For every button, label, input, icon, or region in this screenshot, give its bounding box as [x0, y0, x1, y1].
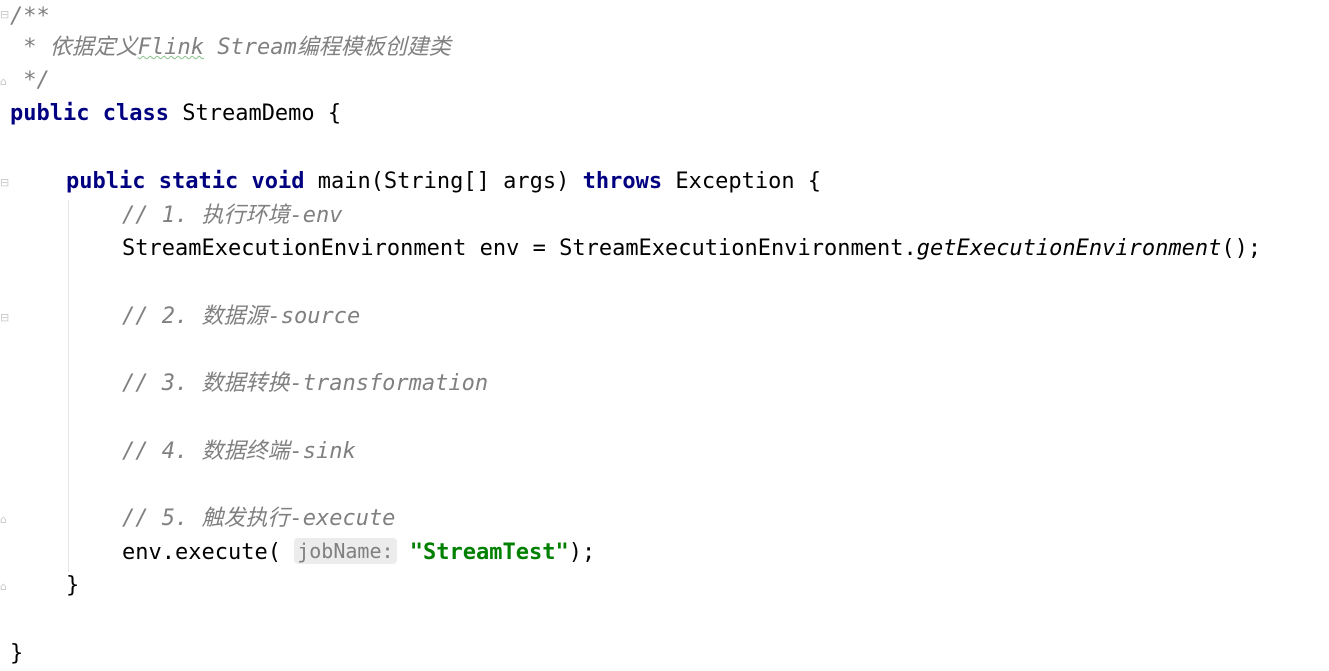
keyword-public: public [66, 169, 146, 194]
doc-comment-close: */ [10, 68, 50, 93]
exception-type: Exception { [675, 169, 822, 194]
fold-marker-icon[interactable]: ⌂ [0, 75, 8, 89]
code-line-main-close[interactable]: } [66, 569, 79, 603]
string-literal: "StreamTest" [409, 540, 569, 565]
closing-brace: } [10, 641, 24, 666]
keyword-class: class [102, 101, 169, 126]
code-line-comment-5[interactable]: // 5. 触发执行-execute [122, 502, 395, 536]
comment-step-2: // 2. 数据源-source [122, 304, 361, 329]
fold-marker-icon[interactable]: ⊟ [0, 176, 9, 190]
execute-call-end: ); [568, 540, 596, 565]
doc-comment-text: * 依据定义 [10, 35, 138, 60]
fold-marker-icon[interactable]: ⌂ [0, 513, 8, 527]
fold-marker-icon[interactable]: ⊟ [0, 311, 9, 325]
comment-step-4: // 4. 数据终端-sink [122, 439, 356, 464]
class-name: StreamDemo { [182, 101, 342, 126]
code-line-doc-body[interactable]: * 依据定义Flink Stream编程模板创建类 [10, 31, 451, 65]
code-line-main-decl[interactable]: public static void main(String[] args) t… [66, 165, 821, 199]
fold-marker-icon[interactable]: ⊟ [0, 8, 9, 22]
code-line-class-decl[interactable]: public class StreamDemo { [10, 97, 341, 131]
doc-comment-open: /** [10, 4, 50, 29]
code-editor[interactable]: ⊟ ⌂ ⊟ ⊟ ⌂ ⌂ /** * 依据定义Flink Stream编程模板创建… [0, 0, 1329, 669]
comment-step-1: // 1. 执行环境-env [122, 203, 343, 228]
execute-call: env.execute( [122, 540, 281, 565]
indent-guide [68, 200, 69, 572]
doc-comment-flink: Flink [137, 35, 204, 60]
keyword-throws: throws [582, 169, 663, 194]
code-line-execute[interactable]: env.execute( jobName: "StreamTest"); [122, 536, 595, 570]
code-line-comment-1[interactable]: // 1. 执行环境-env [122, 199, 342, 233]
keyword-public: public [10, 101, 90, 126]
code-line-env-decl[interactable]: StreamExecutionEnvironment env = StreamE… [122, 232, 1261, 266]
code-line-doc-open[interactable]: /** [10, 0, 50, 34]
closing-brace: } [66, 573, 80, 598]
code-line-comment-4[interactable]: // 4. 数据终端-sink [122, 435, 356, 469]
keyword-static: static [158, 169, 239, 194]
parameter-hint: jobName: [294, 538, 397, 564]
code-line-class-close[interactable]: } [10, 637, 23, 671]
main-signature: main(String[] args) [317, 169, 570, 194]
code-line-comment-2[interactable]: // 2. 数据源-source [122, 300, 360, 334]
doc-comment-text-rest: Stream编程模板创建类 [203, 35, 451, 60]
env-declaration: StreamExecutionEnvironment env = StreamE… [122, 236, 917, 261]
comment-step-5: // 5. 触发执行-execute [122, 506, 396, 531]
code-line-doc-close[interactable]: */ [10, 64, 50, 98]
fold-marker-icon[interactable]: ⌂ [0, 580, 8, 594]
comment-step-3: // 3. 数据转换-transformation [122, 371, 489, 396]
keyword-void: void [251, 169, 305, 194]
code-line-comment-3[interactable]: // 3. 数据转换-transformation [122, 367, 488, 401]
static-method-call: getExecutionEnvironment [916, 236, 1222, 261]
env-call-end: (); [1221, 236, 1262, 261]
